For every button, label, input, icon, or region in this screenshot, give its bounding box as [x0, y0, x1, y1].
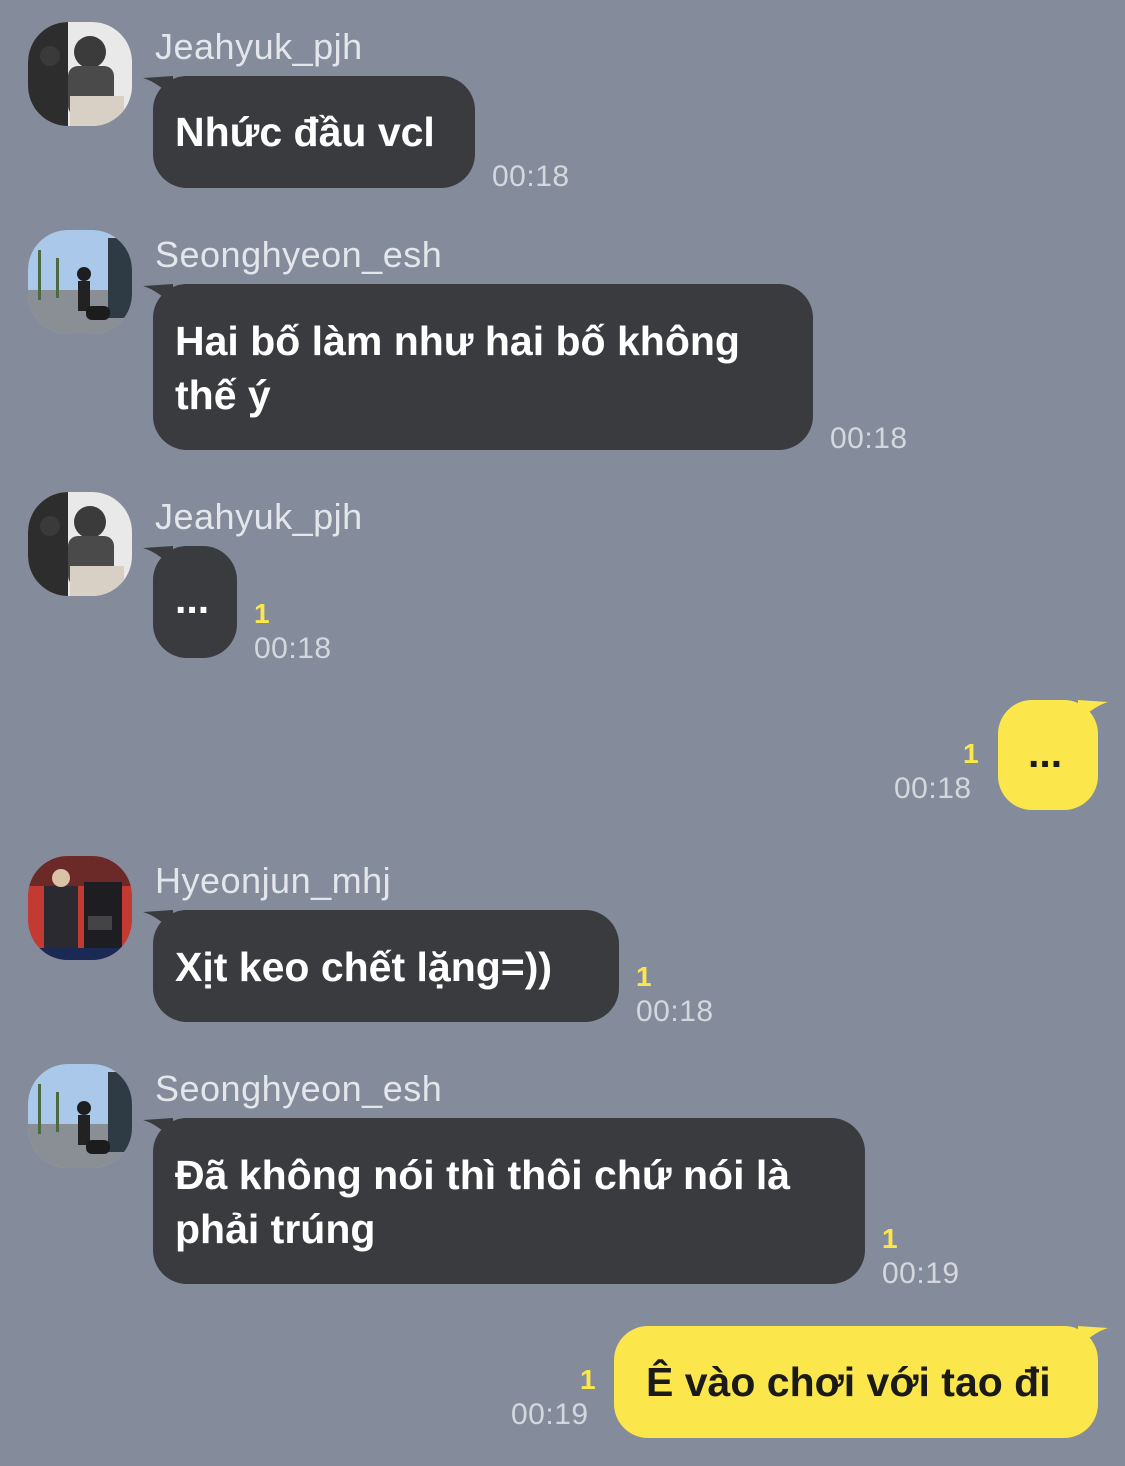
message-text: ...: [175, 576, 210, 622]
message-text: ...: [1028, 730, 1063, 776]
message-time: 00:18: [492, 160, 570, 193]
message-time: 00:18: [254, 632, 332, 665]
message-bubble[interactable]: Nhức đầu vcl: [143, 76, 475, 188]
profile-photo-icon: [28, 492, 132, 596]
profile-photo-icon: [28, 230, 132, 334]
sender-name: Seonghyeon_esh: [155, 234, 443, 275]
avatar-jeahyuk[interactable]: [28, 492, 132, 596]
message-text: Hai bố làm như hai bố không: [175, 318, 740, 364]
message-time: 00:19: [511, 1398, 589, 1431]
message-bubble[interactable]: Hai bố làm như hai bố không thế ý: [143, 284, 813, 450]
message-text: Xịt keo chết lặng=)): [175, 944, 553, 990]
message-bubble-outgoing[interactable]: Ê vào chơi với tao đi: [614, 1326, 1108, 1438]
message-text: Nhức đầu vcl: [175, 109, 435, 155]
bubble-tail: [1078, 700, 1108, 722]
profile-photo-icon: [28, 22, 132, 126]
unread-count: 1: [636, 961, 652, 992]
sender-name: Jeahyuk_pjh: [155, 26, 363, 67]
message-time: 00:19: [882, 1257, 960, 1290]
avatar-seonghyeon[interactable]: [28, 1064, 132, 1168]
message-bubble[interactable]: ...: [143, 546, 237, 658]
bubble-tail: [143, 76, 173, 98]
avatar-jeahyuk[interactable]: [28, 22, 132, 126]
sender-name: Hyeonjun_mhj: [155, 860, 392, 901]
message-text: Ê vào chơi với tao đi: [646, 1359, 1051, 1405]
bubble-tail: [143, 910, 173, 932]
profile-photo-icon: [28, 856, 132, 960]
bubble-tail: [143, 546, 173, 568]
message-bubble-outgoing[interactable]: ...: [998, 700, 1108, 810]
message-text: Đã không nói thì thôi chứ nói là: [175, 1152, 791, 1198]
bubble-tail: [143, 1118, 173, 1140]
unread-count: 1: [882, 1223, 898, 1254]
message-time: 00:18: [636, 995, 714, 1028]
message-text: phải trúng: [175, 1206, 376, 1252]
unread-count: 1: [254, 598, 270, 629]
sender-name: Seonghyeon_esh: [155, 1068, 443, 1109]
message-time: 00:18: [894, 772, 972, 805]
bubble-tail: [1078, 1326, 1108, 1348]
message-time: 00:18: [830, 422, 908, 455]
message-bubble[interactable]: Đã không nói thì thôi chứ nói là phải tr…: [143, 1118, 865, 1284]
avatar-seonghyeon[interactable]: [28, 230, 132, 334]
avatar-hyeonjun[interactable]: [28, 856, 132, 960]
message-text: thế ý: [175, 372, 271, 418]
bubble-tail: [143, 284, 173, 306]
unread-count: 1: [963, 738, 979, 769]
sender-name: Jeahyuk_pjh: [155, 496, 363, 537]
message-bubble[interactable]: Xịt keo chết lặng=)): [143, 910, 619, 1022]
unread-count: 1: [580, 1364, 596, 1395]
profile-photo-icon: [28, 1064, 132, 1168]
